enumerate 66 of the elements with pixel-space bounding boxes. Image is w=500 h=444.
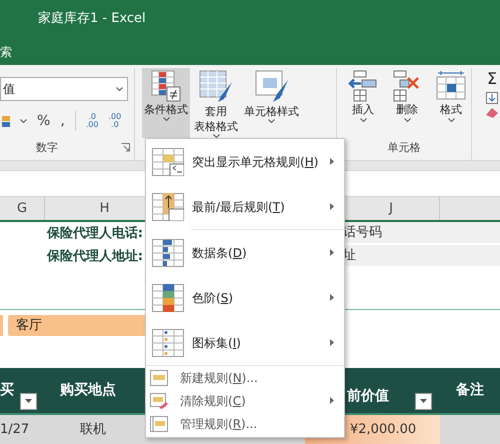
menu-item-label: 清除规则(C) (180, 392, 246, 410)
decrease-decimal-button[interactable]: .00 .0 (108, 113, 122, 129)
group-label: 数字 (36, 140, 58, 156)
caret-icon (360, 118, 366, 122)
menu-item-label: 最前/最后规则(T) (192, 198, 285, 216)
dropdown-arrow-icon (25, 399, 32, 403)
header-text: 买 (0, 381, 14, 400)
info-label: 保险代理人地址: (46, 248, 144, 266)
clear-rules-icon (150, 392, 168, 408)
filter-button[interactable] (20, 392, 37, 410)
style-button[interactable]: 单元格样式 (242, 68, 301, 138)
autosum-button[interactable]: Σ (486, 70, 498, 88)
menu-item-label: 色阶(S) (192, 290, 233, 306)
caret-icon (212, 134, 220, 138)
caret-icon (162, 117, 170, 121)
caret-icon (20, 119, 27, 123)
column-header[interactable]: G (0, 197, 45, 220)
increase-decimal-button[interactable]: .0 .00 (86, 113, 98, 129)
menu-item[interactable]: 突出显示单元格规则(H) (146, 139, 344, 184)
header-text: 购买地点 (60, 381, 116, 400)
style-button[interactable]: 套用 表格格式 (192, 68, 240, 138)
cells-button[interactable]: 删除 (389, 68, 425, 122)
header-text: 前价值 (347, 387, 389, 406)
cells-button[interactable]: 插入 (345, 68, 381, 122)
manage-rules-icon (150, 416, 168, 432)
menu-item-label: 突出显示单元格规则(H) (192, 154, 318, 170)
icon-sets-icon (152, 328, 184, 356)
table-cell-text: 联机 (79, 421, 107, 439)
top-bottom-rules-icon (152, 192, 184, 220)
number-style-button[interactable]: , (60, 110, 65, 132)
data-bars-icon (152, 238, 184, 266)
menu-item-label: 管理规则(R)... (180, 416, 258, 432)
tell-me-text[interactable]: 索 (0, 42, 12, 60)
currency-icon[interactable] (2, 114, 10, 128)
style-button[interactable]: 条件格式 (142, 68, 190, 138)
color-scale-icon (152, 284, 184, 312)
eraser-icon[interactable] (486, 108, 498, 118)
header-text: 备注 (456, 380, 484, 400)
menu-item-label: 图标集(I) (192, 334, 241, 352)
delete-cells-icon (392, 70, 422, 102)
format-cells-icon (436, 70, 466, 102)
caret-icon (448, 118, 454, 122)
menu-item[interactable]: 数据条(D) (146, 230, 344, 275)
cell-styles-icon (254, 70, 288, 104)
caret-icon (268, 119, 275, 123)
dialog-launcher-icon[interactable] (121, 143, 130, 152)
number-format-dropdown[interactable]: 值 (0, 77, 128, 101)
menu-item[interactable]: 新建规则(N)... (146, 366, 344, 389)
filter-button[interactable] (415, 392, 432, 410)
fill-down-icon[interactable] (486, 92, 498, 104)
info-label: 保险代理人电话: (46, 225, 144, 243)
caret-icon (116, 87, 123, 91)
caret-icon (404, 118, 410, 122)
menu-item-label: 数据条(D) (192, 244, 247, 262)
table-cell-text: 1/27 (0, 421, 30, 439)
highlight-rules-icon (152, 148, 184, 176)
window-title: 家庭库存1 - Excel (38, 10, 146, 28)
cells-button[interactable]: 格式 (433, 68, 469, 122)
insert-cells-icon (348, 70, 378, 102)
conditional-format-icon (151, 70, 181, 102)
dropdown-arrow-icon (420, 399, 427, 403)
menu-item[interactable]: 清除规则(C) (146, 389, 344, 412)
table-format-icon (199, 70, 233, 104)
number-style-button[interactable]: % (37, 110, 50, 132)
menu-item-label: 新建规则(N)... (180, 370, 258, 386)
group-label: 单元格 (386, 140, 422, 156)
